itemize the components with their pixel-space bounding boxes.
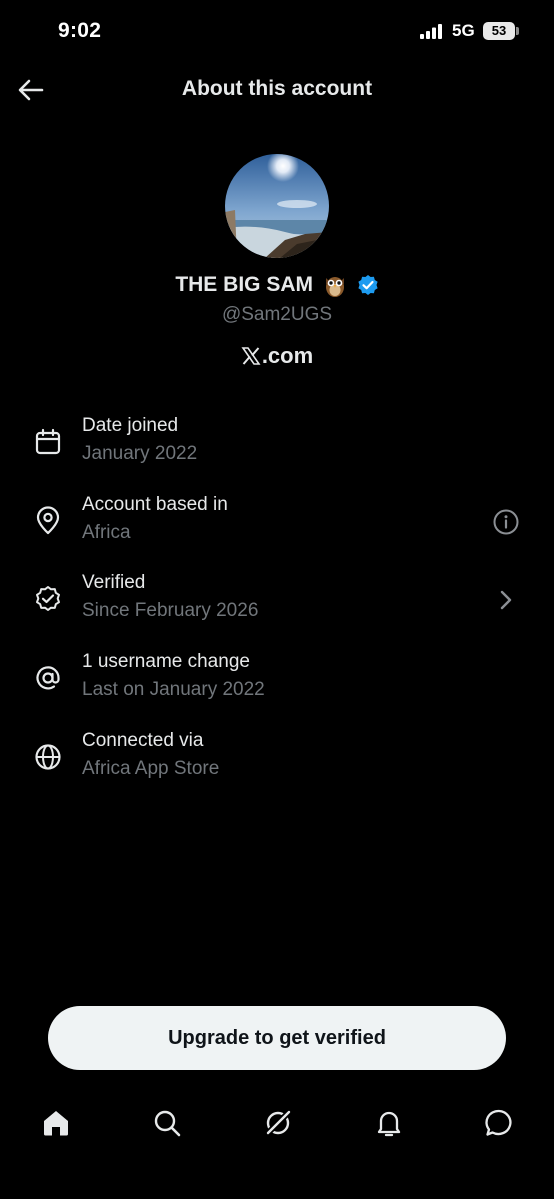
info-title: 1 username change <box>82 651 250 672</box>
info-subtitle: Africa App Store <box>82 758 220 779</box>
info-row-connected-via: Connected via Africa App Store <box>0 730 554 790</box>
status-bar: 9:02 5G 53 <box>0 0 554 64</box>
globe-icon <box>35 744 61 770</box>
info-subtitle: Africa <box>82 522 131 543</box>
verified-badge-icon[interactable] <box>357 274 379 296</box>
info-subtitle: Since February 2026 <box>82 600 259 621</box>
platform-domain: .com <box>261 343 314 369</box>
at-sign-icon <box>36 666 60 690</box>
info-title: Account based in <box>82 494 228 515</box>
signal-bars-icon <box>420 24 442 39</box>
network-type: 5G <box>452 21 475 40</box>
display-name-row: THE BIG SAM <box>0 272 554 298</box>
upgrade-to-get-verified-button[interactable]: Upgrade to get verified <box>48 1006 506 1070</box>
display-name: THE BIG SAM <box>175 273 313 296</box>
location-pin-icon <box>36 506 60 535</box>
calendar-icon <box>35 428 61 455</box>
grok-icon[interactable] <box>262 1107 294 1139</box>
info-row-username-change: 1 username change Last on January 2022 <box>0 651 554 711</box>
messages-icon[interactable] <box>483 1107 515 1139</box>
avatar[interactable] <box>225 154 329 258</box>
page-title: About this account <box>181 77 373 100</box>
chevron-right-icon[interactable] <box>492 586 520 614</box>
search-icon[interactable] <box>151 1107 183 1139</box>
battery-level: 53 <box>483 22 515 40</box>
x-logo-icon <box>241 347 261 365</box>
avatar-image <box>225 154 329 258</box>
platform-label: .com <box>0 342 554 369</box>
info-subtitle: Last on January 2022 <box>82 679 265 700</box>
info-subtitle: January 2022 <box>82 443 198 464</box>
info-row-date-joined: Date joined January 2022 <box>0 415 554 475</box>
info-row-account-based-in: Account based in Africa <box>0 494 554 554</box>
battery-tip <box>516 27 519 35</box>
bell-icon[interactable] <box>373 1107 405 1139</box>
bottom-nav <box>0 1100 554 1150</box>
info-title: Date joined <box>82 415 179 436</box>
info-title: Verified <box>82 572 146 593</box>
owl-icon <box>325 277 344 297</box>
home-icon[interactable] <box>40 1107 72 1139</box>
verified-outline-icon <box>36 586 60 611</box>
info-circle-icon[interactable] <box>492 508 520 536</box>
status-time: 9:02 <box>58 19 102 42</box>
info-title: Connected via <box>82 730 204 751</box>
profile-handle: @Sam2UGS <box>221 304 333 325</box>
info-row-verified[interactable]: Verified Since February 2026 <box>0 572 554 632</box>
